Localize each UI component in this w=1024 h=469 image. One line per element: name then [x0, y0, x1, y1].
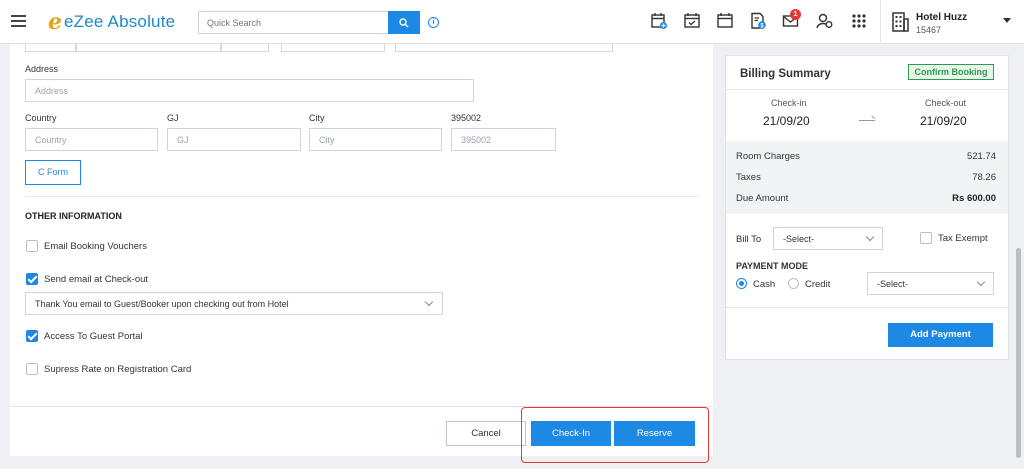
- top-bar: e eZee Absolute i $ 1 Hotel Huzz 15467: [0, 0, 1024, 44]
- partial-field[interactable]: [281, 44, 385, 52]
- email-template-select[interactable]: Thank You email to Guest/Booker upon che…: [25, 292, 443, 315]
- panel-divider: [726, 89, 1008, 90]
- state-label: GJ: [167, 113, 179, 123]
- tax-exempt-label[interactable]: Tax Exempt: [938, 233, 988, 244]
- chevron-down-icon: [865, 232, 875, 242]
- cancel-button[interactable]: Cancel: [446, 421, 526, 446]
- room-charges-value: 521.74: [966, 151, 996, 162]
- payment-type-value: -Select-: [877, 279, 909, 289]
- logo-text: eZee Absolute: [64, 12, 176, 31]
- send-email-checkout-label[interactable]: Send email at Check-out: [44, 274, 148, 285]
- apps-grid-icon[interactable]: [850, 12, 868, 30]
- booking-form-panel: Address Address Country Country GJ GJ Ci…: [10, 44, 713, 456]
- credit-radio[interactable]: [788, 278, 799, 289]
- other-information-title: OTHER INFORMATION: [25, 211, 122, 221]
- add-payment-button[interactable]: Add Payment: [888, 323, 993, 347]
- city-input[interactable]: City: [309, 128, 442, 151]
- invoice-dollar-icon[interactable]: $: [749, 12, 767, 30]
- arrow-right-icon: [859, 120, 875, 121]
- cash-label[interactable]: Cash: [753, 279, 775, 290]
- highlight-box: [521, 407, 709, 463]
- chevron-down-icon: [976, 277, 986, 287]
- send-email-checkout-checkbox[interactable]: [26, 273, 38, 285]
- tax-exempt-checkbox[interactable]: [920, 232, 932, 244]
- section-divider: [25, 196, 698, 197]
- check-out-label: Check-out: [925, 98, 967, 108]
- taxes-label: Taxes: [736, 172, 761, 183]
- hotel-code: 15467: [916, 25, 942, 35]
- quick-search-input[interactable]: [198, 11, 388, 34]
- logo-mark-icon: e: [48, 9, 62, 35]
- zip-label: 395002: [451, 113, 482, 123]
- menu-icon[interactable]: [11, 15, 26, 27]
- charges-summary: Room Charges 521.74 Taxes 78.26 Due Amou…: [726, 141, 1008, 214]
- partial-field[interactable]: [395, 44, 613, 52]
- state-input[interactable]: GJ: [167, 128, 301, 151]
- billing-summary-panel: Billing Summary Confirm Booking Check-in…: [725, 55, 1009, 360]
- calendar-check-icon[interactable]: [683, 12, 701, 30]
- housekeeping-icon[interactable]: [815, 12, 833, 30]
- hotel-name[interactable]: Hotel Huzz: [916, 12, 967, 23]
- check-in-date: 21/09/20: [763, 114, 810, 128]
- email-template-value: Thank You email to Guest/Booker upon che…: [35, 299, 289, 309]
- check-out-date: 21/09/20: [920, 114, 967, 128]
- hotel-building-icon: [892, 12, 909, 32]
- partial-field[interactable]: [25, 44, 76, 52]
- guest-portal-label[interactable]: Access To Guest Portal: [44, 331, 143, 342]
- supress-rate-label[interactable]: Supress Rate on Registration Card: [44, 364, 191, 375]
- zip-input[interactable]: 395002: [451, 128, 556, 151]
- address-label: Address: [25, 64, 59, 74]
- notification-badge: 1: [790, 9, 801, 20]
- partial-field[interactable]: [221, 44, 269, 52]
- email-vouchers-checkbox[interactable]: [26, 240, 38, 252]
- address-input[interactable]: Address: [25, 79, 474, 102]
- search-button[interactable]: [388, 11, 420, 34]
- supress-rate-checkbox[interactable]: [26, 363, 38, 375]
- billing-summary-title: Billing Summary: [740, 68, 831, 80]
- info-icon[interactable]: i: [428, 17, 439, 28]
- taxes-value: 78.26: [972, 172, 996, 183]
- panel-divider: [726, 307, 1008, 308]
- add-booking-calendar-icon[interactable]: [650, 12, 668, 30]
- hotel-dropdown-caret-icon[interactable]: [1003, 18, 1011, 23]
- booking-status-badge[interactable]: Confirm Booking: [908, 64, 994, 80]
- payment-type-select[interactable]: -Select-: [867, 272, 994, 295]
- app-logo[interactable]: e eZee Absolute: [48, 11, 175, 33]
- email-vouchers-label[interactable]: Email Booking Vouchers: [44, 241, 147, 252]
- calendar-icon[interactable]: [716, 12, 734, 30]
- bill-to-label: Bill To: [736, 234, 762, 245]
- bill-to-select[interactable]: -Select-: [773, 227, 883, 250]
- country-label: Country: [25, 113, 57, 123]
- check-in-label: Check-in: [771, 98, 807, 108]
- page-scrollbar[interactable]: [1016, 248, 1021, 458]
- bill-to-value: -Select-: [783, 234, 815, 244]
- topbar-divider: [880, 0, 881, 44]
- country-input[interactable]: Country: [25, 128, 158, 151]
- partial-field[interactable]: [76, 44, 221, 52]
- due-amount-value: Rs 600.00: [952, 193, 996, 204]
- credit-label[interactable]: Credit: [805, 279, 830, 290]
- city-label: City: [309, 113, 325, 123]
- due-amount-label: Due Amount: [736, 193, 789, 204]
- chevron-down-icon: [424, 297, 434, 307]
- cash-radio[interactable]: [736, 278, 747, 289]
- search-icon: [399, 17, 409, 27]
- c-form-button[interactable]: C Form: [25, 160, 81, 185]
- room-charges-label: Room Charges: [736, 151, 800, 162]
- payment-mode-label: PAYMENT MODE: [736, 261, 809, 271]
- guest-portal-checkbox[interactable]: [26, 330, 38, 342]
